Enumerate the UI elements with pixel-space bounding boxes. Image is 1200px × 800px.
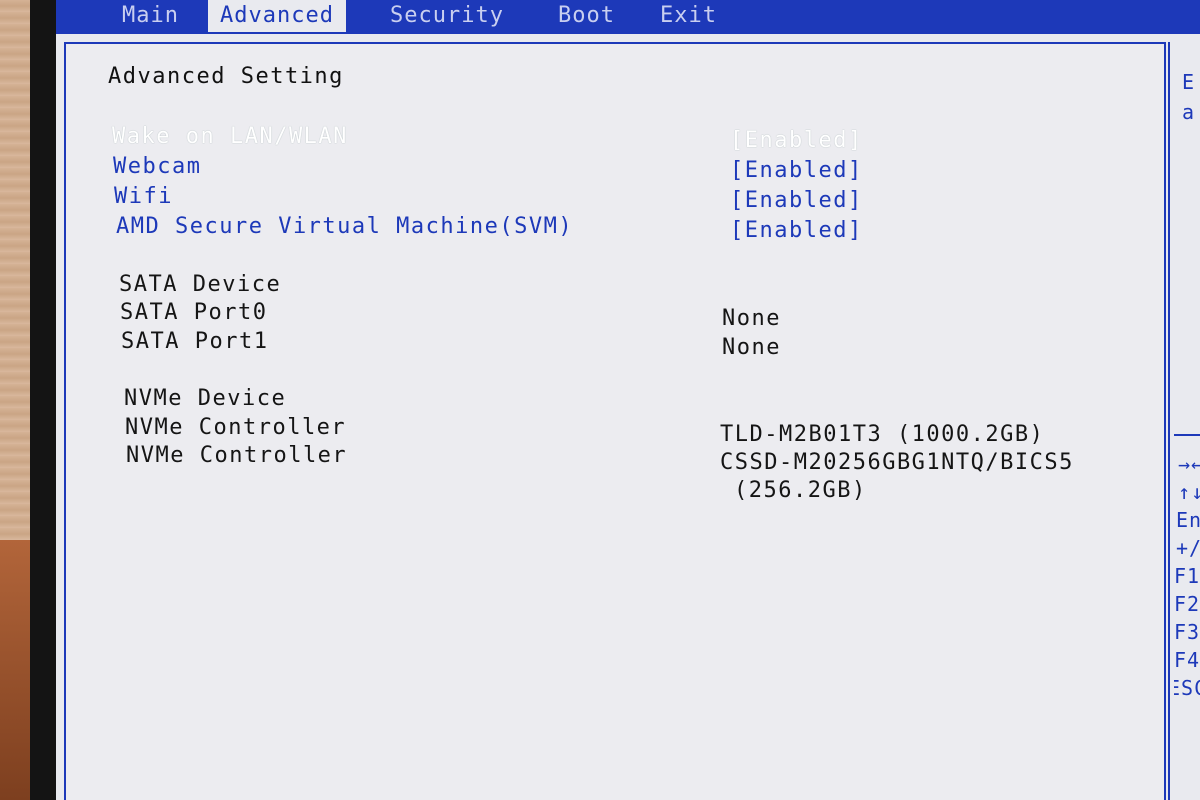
photo-stage: Main Advanced Security Boot Exit Advance… (0, 0, 1200, 800)
hotkey-f1: F1: (1174, 564, 1200, 588)
nvme-controller-1-label: NVMe Controller (125, 415, 347, 440)
nvme-controller-1-value: TLD-M2B01T3 (1000.2GB) (720, 422, 1045, 447)
page-title: Advanced Setting (108, 64, 344, 89)
menu-bar: Main Advanced Security Boot Exit (56, 0, 1200, 34)
help-separator (1174, 434, 1200, 436)
setting-wifi[interactable]: Wifi (114, 184, 173, 209)
tab-security[interactable]: Security (378, 0, 516, 32)
hotkey-f2: F2: (1174, 592, 1200, 616)
setting-amd-svm[interactable]: AMD Secure Virtual Machine(SVM) (116, 214, 573, 239)
tab-exit[interactable]: Exit (648, 0, 729, 32)
tab-boot[interactable]: Boot (546, 0, 627, 32)
setting-webcam[interactable]: Webcam (113, 154, 201, 179)
help-text-line-2: a (1182, 100, 1195, 124)
bios-screen: Main Advanced Security Boot Exit Advance… (56, 0, 1200, 800)
setting-webcam-value[interactable]: [Enabled] (730, 158, 863, 183)
hotkey-select-item: ↑↓: (1178, 480, 1200, 504)
hotkey-select-screen: →←: (1178, 452, 1200, 476)
help-divider (1168, 42, 1170, 800)
help-text-line-1: E (1182, 70, 1195, 94)
hotkey-f3: F3: (1174, 620, 1200, 644)
sata-device-header: SATA Device (119, 272, 282, 297)
tab-advanced[interactable]: Advanced (208, 0, 346, 32)
hotkey-f4: F4: (1174, 648, 1200, 672)
nvme-controller-2-capacity: (256.2GB) (734, 478, 867, 503)
nvme-device-header: NVMe Device (124, 386, 287, 411)
sata-port0-value: None (722, 306, 781, 331)
sata-port0-label: SATA Port0 (120, 300, 268, 325)
setting-wifi-value[interactable]: [Enabled] (730, 188, 863, 213)
setting-wake-on-lan-value[interactable]: [Enabled] (730, 128, 863, 153)
hotkey-change-value: +/- (1176, 536, 1200, 560)
settings-panel: Advanced Setting Wake on LAN/WLAN [Enabl… (64, 42, 1166, 800)
hotkey-esc: ESC: (1174, 676, 1200, 700)
sata-port1-label: SATA Port1 (121, 329, 269, 354)
hotkey-enter: Ent (1176, 508, 1200, 532)
setting-amd-svm-value[interactable]: [Enabled] (730, 218, 863, 243)
tab-main[interactable]: Main (110, 0, 191, 32)
setting-wake-on-lan[interactable]: Wake on LAN/WLAN (112, 124, 348, 149)
sata-port1-value: None (722, 335, 781, 360)
nvme-controller-2-label: NVMe Controller (126, 443, 348, 468)
help-panel: E a →←: ↑↓: Ent +/- F1: F2: F3: F4: ESC: (1174, 50, 1200, 800)
nvme-controller-2-value: CSSD-M20256GBG1NTQ/BICS5 (720, 450, 1074, 475)
